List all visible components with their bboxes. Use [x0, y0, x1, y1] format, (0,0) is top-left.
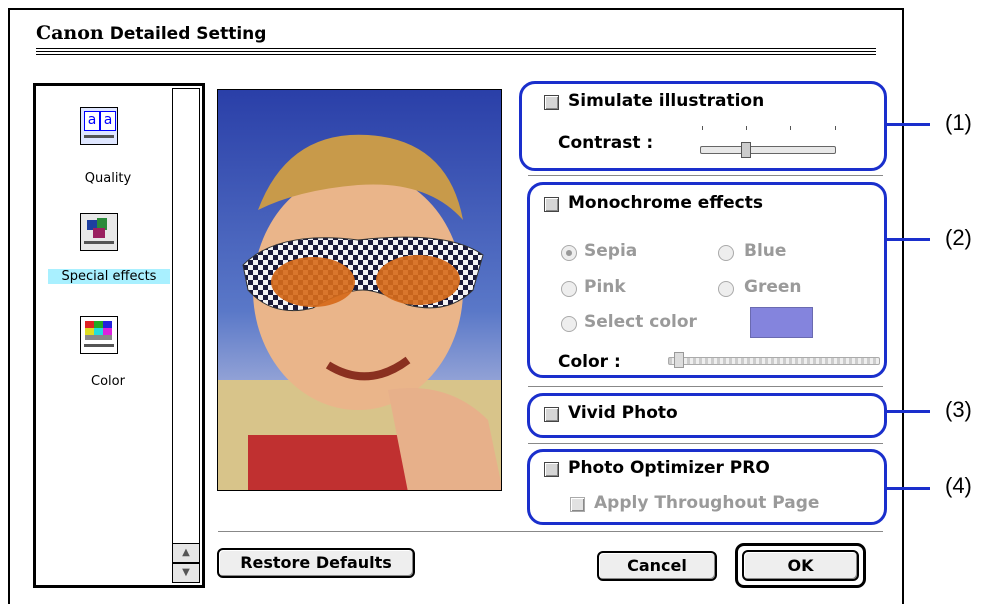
vivid-photo-checkbox[interactable]	[544, 407, 559, 422]
monochrome-effects-label: Monochrome effects	[568, 193, 763, 213]
divider	[528, 443, 883, 444]
contrast-label: Contrast :	[558, 133, 654, 153]
ok-button[interactable]: OK	[742, 550, 859, 581]
divider	[528, 386, 883, 387]
callout-1: (1)	[945, 110, 972, 135]
color-label: Color :	[558, 352, 621, 372]
color-icon	[80, 316, 118, 354]
photo-optimizer-checkbox[interactable]	[544, 462, 559, 477]
blue-label: Blue	[744, 241, 787, 261]
callout-4: (4)	[945, 473, 972, 498]
callout-line-1	[887, 123, 930, 126]
radio-pink[interactable]	[561, 281, 577, 297]
special-effects-icon	[80, 213, 118, 251]
sepia-label: Sepia	[584, 241, 638, 261]
sidebar-item-special-effects[interactable]	[80, 213, 140, 251]
simulate-illustration-checkbox[interactable]	[544, 95, 559, 110]
callout-3: (3)	[945, 397, 972, 422]
radio-select-color[interactable]	[561, 316, 577, 332]
color-swatch[interactable]	[750, 307, 813, 338]
radio-sepia[interactable]	[561, 245, 577, 261]
scroll-up-arrow[interactable]: ▲	[172, 543, 200, 563]
restore-defaults-button[interactable]: Restore Defaults	[217, 548, 415, 578]
green-label: Green	[744, 277, 802, 297]
contrast-track	[700, 146, 836, 154]
pink-label: Pink	[584, 277, 626, 297]
callout-line-2	[887, 238, 930, 241]
divider	[528, 175, 883, 176]
button-divider	[218, 531, 883, 532]
simulate-illustration-label: Simulate illustration	[568, 91, 765, 111]
color-track	[668, 357, 880, 365]
scroll-down-arrow[interactable]: ▼	[172, 563, 200, 583]
radio-blue[interactable]	[718, 245, 734, 261]
dialog-title: Canon Detailed Setting	[36, 22, 266, 44]
sidebar-item-special-effects-label: Special effects	[48, 269, 170, 284]
select-color-label: Select color	[584, 312, 697, 332]
photo-optimizer-label: Photo Optimizer PRO	[568, 458, 770, 478]
color-thumb[interactable]	[674, 352, 684, 368]
title-rule-2	[36, 51, 876, 52]
sidebar-item-color[interactable]	[80, 316, 140, 354]
sidebar-item-quality[interactable]: a a	[78, 107, 138, 145]
sidebar-item-quality-label: Quality	[84, 171, 132, 186]
title-rule-3	[36, 54, 876, 55]
vivid-photo-label: Vivid Photo	[568, 403, 678, 423]
preview-photo	[217, 89, 502, 491]
canon-logo: Canon	[36, 22, 104, 44]
title-text: Detailed Setting	[109, 24, 267, 44]
monochrome-effects-checkbox[interactable]	[544, 197, 559, 212]
callout-line-3	[887, 410, 930, 413]
radio-green[interactable]	[718, 281, 734, 297]
cancel-button[interactable]: Cancel	[597, 551, 717, 581]
contrast-ticks	[702, 126, 836, 132]
apply-throughout-page-checkbox[interactable]	[570, 497, 585, 512]
quality-icon: a a	[80, 107, 118, 145]
sidebar-scrollbar[interactable]	[172, 88, 200, 583]
sidebar-item-color-label: Color	[91, 374, 125, 389]
title-rule	[36, 48, 876, 49]
callout-line-4	[887, 487, 930, 490]
color-slider[interactable]	[668, 350, 882, 370]
contrast-slider[interactable]	[700, 126, 840, 160]
contrast-thumb[interactable]	[741, 142, 751, 158]
apply-throughout-page-label: Apply Throughout Page	[594, 493, 820, 513]
callout-2: (2)	[945, 225, 972, 250]
